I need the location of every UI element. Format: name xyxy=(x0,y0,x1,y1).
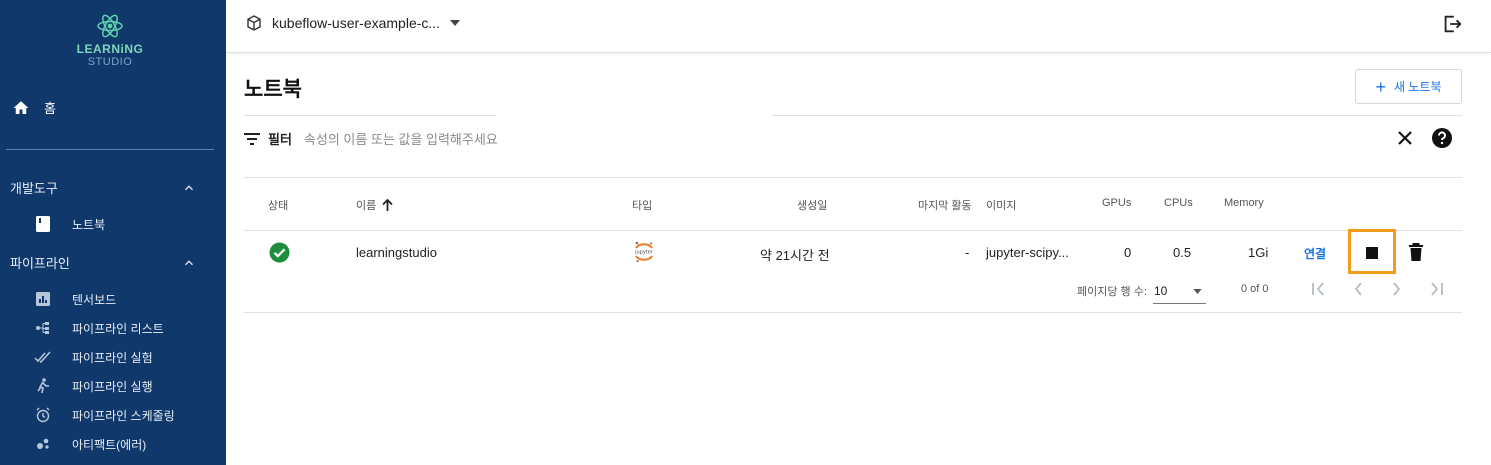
sidebar-item-notebook[interactable]: 노트북 xyxy=(34,215,105,233)
svg-text:jupyter: jupyter xyxy=(634,250,654,256)
rows-per-page-label: 페이지당 행 수: xyxy=(1077,286,1147,298)
sidebar-item-label: 홈 xyxy=(44,101,56,116)
table-border xyxy=(244,177,1462,178)
sidebar-item-pipeline-experiment[interactable]: 파이프라인 실험 xyxy=(34,348,153,366)
table-border xyxy=(244,312,1462,313)
sidebar-divider xyxy=(6,149,214,150)
arrow-up-icon xyxy=(382,199,393,211)
sidebar-item-label: 파이프라인 리스트 xyxy=(72,321,164,336)
sidebar-item-pipeline-schedule[interactable]: 파이프라인 스케줄링 xyxy=(34,406,175,424)
cell-name[interactable]: learningstudio xyxy=(356,245,437,260)
page-title: 노트북 xyxy=(244,78,302,101)
sidebar-item-label: 노트북 xyxy=(72,217,106,232)
header-gpus[interactable]: GPUs xyxy=(1102,197,1131,209)
divider xyxy=(244,115,496,116)
table-border xyxy=(244,230,1462,231)
artifact-icon xyxy=(34,435,52,453)
section-label: 개발도구 xyxy=(10,181,58,196)
atom-logo-icon xyxy=(97,14,123,38)
cell-created: 약 21시간 전 xyxy=(760,248,830,263)
filter-icon xyxy=(244,132,260,145)
last-page-icon[interactable] xyxy=(1428,281,1444,297)
alarm-icon xyxy=(34,406,52,424)
jupyter-icon: jupyter xyxy=(634,241,654,263)
cell-last-activity: - xyxy=(965,245,970,260)
sidebar-item-label: 파이프라인 실험 xyxy=(72,350,153,365)
brand-line2: STUDIO xyxy=(87,56,133,68)
filter-label: 필터 xyxy=(268,132,292,147)
help-icon[interactable] xyxy=(1431,127,1453,149)
namespace-label: kubeflow-user-example-c... xyxy=(272,15,441,31)
rows-per-page-select[interactable]: 10 xyxy=(1153,280,1206,304)
sidebar-item-home[interactable]: 홈 xyxy=(12,98,56,117)
brand-line1: LEARNiNG xyxy=(76,42,144,56)
cell-memory: 1Gi xyxy=(1248,245,1269,260)
logout-icon[interactable] xyxy=(1441,13,1463,35)
section-label: 파이프라인 xyxy=(10,256,70,271)
header-cpus[interactable]: CPUs xyxy=(1164,197,1193,209)
status-ok-icon xyxy=(269,242,290,263)
header-last-activity[interactable]: 마지막 활동 xyxy=(918,197,972,213)
chevron-up-icon xyxy=(184,184,194,190)
pipeline-list-icon xyxy=(34,319,52,337)
rows-per-page-value: 10 xyxy=(1154,284,1168,298)
sidebar-section-devtools[interactable]: 개발도구 xyxy=(10,178,196,197)
namespace-selector[interactable]: kubeflow-user-example-c... xyxy=(246,15,461,31)
sidebar-item-label: 파이프라인 실행 xyxy=(72,379,153,394)
delete-icon[interactable] xyxy=(1408,243,1424,262)
next-page-icon[interactable] xyxy=(1391,281,1403,297)
first-page-icon[interactable] xyxy=(1311,281,1327,297)
sidebar-item-label: 파이프라인 스케줄링 xyxy=(72,408,175,423)
tensorboard-icon xyxy=(34,290,52,308)
filter-bar[interactable]: 필터 속성의 이름 또는 값을 입력해주세요 xyxy=(244,129,498,148)
prev-page-icon[interactable] xyxy=(1352,281,1364,297)
sidebar-item-pipeline-run[interactable]: 파이프라인 실행 xyxy=(34,377,153,395)
cell-cpus: 0.5 xyxy=(1173,245,1192,260)
run-icon xyxy=(34,377,52,395)
sidebar-item-label: 텐서보드 xyxy=(72,292,117,307)
home-icon xyxy=(13,100,29,114)
new-notebook-button[interactable]: + 새 노트북 xyxy=(1355,69,1462,104)
brand-logo[interactable]: LEARNiNG STUDIO xyxy=(0,12,220,68)
divider xyxy=(772,115,1462,116)
sidebar-section-pipeline[interactable]: 파이프라인 xyxy=(10,253,196,272)
header-created[interactable]: 생성일 xyxy=(797,197,827,213)
header-name-label: 이름 xyxy=(356,200,377,212)
cube-icon xyxy=(247,15,261,31)
experiment-icon xyxy=(34,348,52,366)
header-status[interactable]: 상태 xyxy=(268,197,288,213)
notebook-icon xyxy=(34,215,52,233)
header-name[interactable]: 이름 xyxy=(356,197,393,213)
caret-down-icon xyxy=(450,20,461,26)
filter-input[interactable]: 속성의 이름 또는 값을 입력해주세요 xyxy=(304,129,498,148)
app-root: LEARNiNG STUDIO 홈 개발도구 노트북 파이프라인 텐서보드 파이… xyxy=(0,0,1491,465)
cell-gpus: 0 xyxy=(1124,245,1132,260)
new-notebook-label: 새 노트북 xyxy=(1394,80,1442,94)
cell-image: jupyter-scipy... xyxy=(986,245,1069,260)
header-image[interactable]: 이미지 xyxy=(986,197,1016,213)
stop-icon[interactable] xyxy=(1366,247,1378,259)
caret-down-icon xyxy=(1193,289,1202,294)
page-range: 0 of 0 xyxy=(1241,283,1269,295)
connect-link[interactable]: 연결 xyxy=(1304,245,1326,262)
top-bar: kubeflow-user-example-c... xyxy=(226,0,1491,53)
sidebar-item-label: 아티팩트(에러) xyxy=(72,437,147,452)
sidebar: LEARNiNG STUDIO 홈 개발도구 노트북 파이프라인 텐서보드 파이… xyxy=(0,0,226,465)
header-memory[interactable]: Memory xyxy=(1224,197,1264,209)
header-type[interactable]: 타입 xyxy=(632,197,652,213)
sidebar-item-pipeline-list[interactable]: 파이프라인 리스트 xyxy=(34,319,164,337)
plus-icon: + xyxy=(1375,76,1386,97)
sidebar-item-artifact[interactable]: 아티팩트(에러) xyxy=(34,435,146,453)
close-icon[interactable] xyxy=(1395,128,1415,148)
chevron-up-icon xyxy=(184,259,194,265)
sidebar-item-tensorboard[interactable]: 텐서보드 xyxy=(34,290,116,308)
